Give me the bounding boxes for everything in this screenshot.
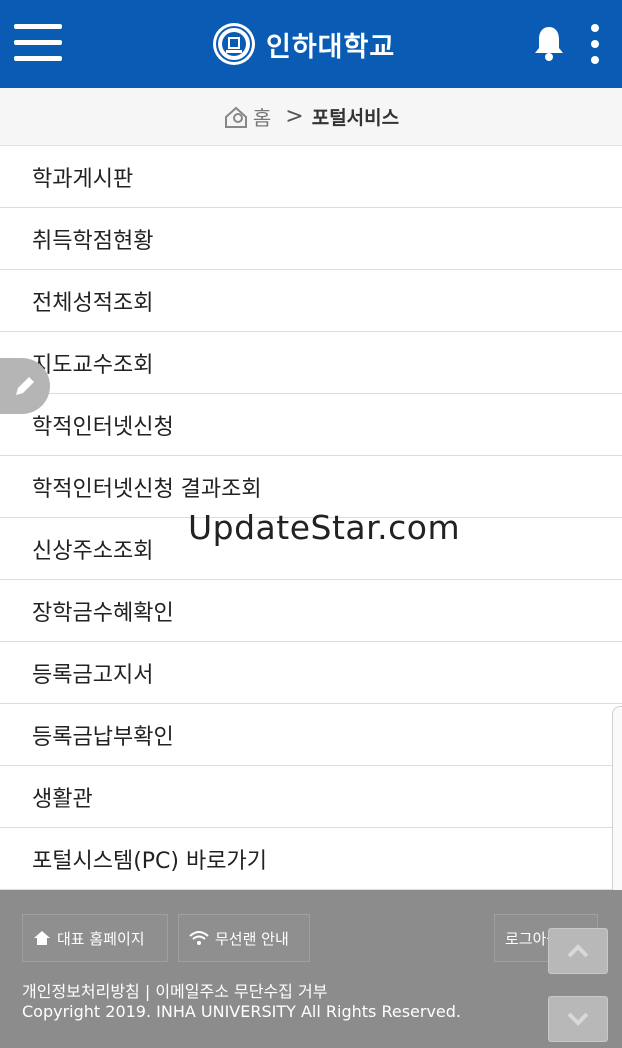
page-footer: 대표 홈페이지 무선랜 안내 로그아웃 개인정보처리방침 | 이메일주소 무단수… bbox=[0, 890, 622, 1048]
menu-item-advisor[interactable]: 지도교수조회 bbox=[0, 332, 622, 394]
menu-item-academic-request[interactable]: 학적인터넷신청 bbox=[0, 394, 622, 456]
breadcrumb: 홈 > 포털서비스 bbox=[0, 88, 622, 146]
wifi-guide-label: 무선랜 안내 bbox=[215, 929, 289, 948]
breadcrumb-home[interactable]: 홈 bbox=[253, 102, 271, 131]
university-seal-icon bbox=[213, 23, 255, 65]
portal-menu-list: 학과게시판 취득학점현황 전체성적조회 지도교수조회 학적인터넷신청 학적인터넷… bbox=[0, 146, 622, 890]
chevron-down-icon bbox=[567, 1012, 589, 1026]
menu-item-tuition-bill[interactable]: 등록금고지서 bbox=[0, 642, 622, 704]
hamburger-menu-icon[interactable] bbox=[14, 24, 62, 62]
chevron-up-icon bbox=[567, 944, 589, 958]
chevron-right-icon: > bbox=[285, 104, 304, 129]
menu-item-department-board[interactable]: 학과게시판 bbox=[0, 146, 622, 208]
menu-item-earned-credits[interactable]: 취득학점현황 bbox=[0, 208, 622, 270]
scroll-bottom-button[interactable] bbox=[548, 996, 608, 1042]
copyright-text: Copyright 2019. INHA UNIVERSITY All Righ… bbox=[22, 1002, 462, 1021]
main-homepage-label: 대표 홈페이지 bbox=[57, 929, 145, 948]
wifi-icon bbox=[189, 931, 209, 945]
menu-item-scholarship[interactable]: 장학금수혜확인 bbox=[0, 580, 622, 642]
notification-bell-icon[interactable] bbox=[532, 24, 566, 62]
privacy-policy-links[interactable]: 개인정보처리방침 | 이메일주소 무단수집 거부 bbox=[22, 978, 327, 1002]
menu-item-portal-pc[interactable]: 포털시스템(PC) 바로가기 bbox=[0, 828, 622, 890]
pencil-icon bbox=[16, 377, 34, 395]
more-options-icon[interactable] bbox=[586, 24, 604, 66]
breadcrumb-current: 포털서비스 bbox=[311, 107, 400, 129]
menu-item-all-grades[interactable]: 전체성적조회 bbox=[0, 270, 622, 332]
app-header: 인하대학교 bbox=[0, 0, 622, 88]
home-icon bbox=[34, 931, 50, 945]
menu-item-dormitory[interactable]: 생활관 bbox=[0, 766, 622, 828]
side-scroll-indicator bbox=[612, 706, 622, 898]
brand-name: 인하대학교 bbox=[266, 31, 396, 63]
main-homepage-button[interactable]: 대표 홈페이지 bbox=[22, 914, 168, 962]
home-location-icon bbox=[224, 106, 247, 128]
menu-item-academic-request-result[interactable]: 학적인터넷신청 결과조회 bbox=[0, 456, 622, 518]
menu-item-address[interactable]: 신상주소조회 bbox=[0, 518, 622, 580]
university-logo[interactable]: 인하대학교 bbox=[212, 20, 395, 68]
scroll-top-button[interactable] bbox=[548, 928, 608, 974]
wifi-guide-button[interactable]: 무선랜 안내 bbox=[178, 914, 310, 962]
menu-item-tuition-payment[interactable]: 등록금납부확인 bbox=[0, 704, 622, 766]
